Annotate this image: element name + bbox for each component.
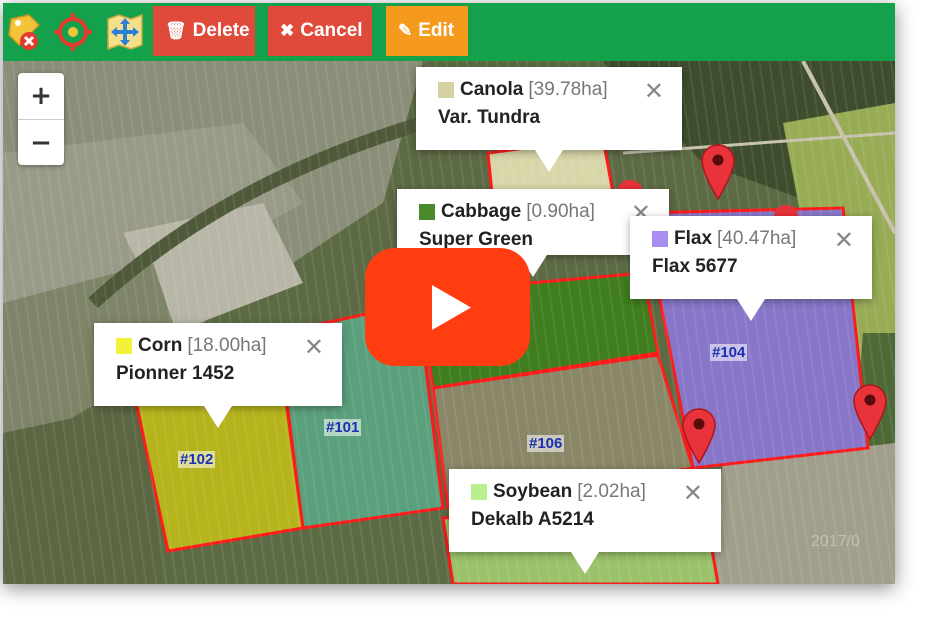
app-frame: 🗑 Delete ✖ Cancel ✎ Edit + − #102 #101 #… (3, 3, 895, 584)
crop-name: Flax (674, 228, 713, 249)
field-label-104: #104 (710, 344, 748, 361)
edit-label: Edit (418, 20, 455, 41)
map-pin-icon[interactable] (700, 143, 736, 201)
crop-swatch (652, 231, 668, 247)
crop-name: Soybean (493, 481, 573, 502)
delete-marker-tool-icon[interactable] (5, 11, 45, 53)
close-icon[interactable]: ✕ (683, 479, 703, 507)
crop-swatch (438, 82, 454, 98)
crop-variety: Flax 5677 (652, 256, 738, 277)
toolbar: 🗑 Delete ✖ Cancel ✎ Edit (3, 3, 895, 61)
delete-button[interactable]: 🗑 Delete (153, 6, 255, 56)
crop-area: [18.00ha] (187, 335, 267, 356)
crop-area: [40.47ha] (717, 228, 797, 249)
delete-label: Delete (192, 20, 250, 41)
popup-header: Soybean [2.02ha] (471, 481, 699, 503)
map-pin-icon[interactable] (681, 407, 717, 465)
map-pin-icon[interactable] (852, 383, 888, 441)
field-label-101: #101 (324, 419, 362, 436)
cancel-button[interactable]: ✖ Cancel (268, 6, 372, 56)
x-icon: ✖ (280, 21, 295, 40)
crop-name: Canola (460, 79, 524, 100)
close-icon[interactable]: ✕ (834, 226, 854, 254)
crop-area: [39.78ha] (528, 79, 608, 100)
field-popup-soybean: Soybean [2.02ha] ✕ Dekalb A5214 (449, 469, 721, 574)
field-label-102: #102 (178, 451, 216, 468)
crop-swatch (116, 338, 132, 354)
zoom-out-button[interactable]: − (18, 120, 64, 166)
field-popup-corn: Corn [18.00ha] ✕ Pionner 1452 (94, 323, 342, 428)
crop-name: Corn (138, 335, 183, 356)
trash-icon: 🗑 (165, 21, 187, 40)
crop-name: Cabbage (441, 201, 522, 222)
crop-swatch (471, 484, 487, 500)
crop-area: [0.90ha] (526, 201, 595, 222)
crosshair-locate-icon[interactable] (53, 11, 93, 53)
crop-swatch (419, 204, 435, 220)
edit-button[interactable]: ✎ Edit (386, 6, 468, 56)
popup-header: Corn [18.00ha] (116, 335, 320, 357)
crop-variety: Pionner 1452 (116, 363, 235, 384)
field-popup-flax: Flax [40.47ha] ✕ Flax 5677 (630, 216, 872, 321)
video-play-button[interactable] (365, 248, 530, 366)
popup-header: Cabbage [0.90ha] (419, 201, 647, 223)
zoom-control: + − (18, 73, 64, 165)
imagery-watermark: 2017/0 (811, 533, 860, 550)
popup-header: Flax [40.47ha] (652, 228, 850, 250)
zoom-in-button[interactable]: + (18, 73, 64, 120)
edit-icon: ✎ (398, 21, 413, 40)
close-icon[interactable]: ✕ (644, 77, 664, 105)
map-move-icon[interactable] (105, 11, 145, 53)
crop-variety: Var. Tundra (438, 107, 541, 128)
crop-variety: Dekalb A5214 (471, 509, 594, 530)
field-popup-cabbage: Cabbage [0.90ha] ✕ Super Green (397, 189, 669, 277)
cancel-label: Cancel (300, 20, 363, 41)
crop-area: [2.02ha] (577, 481, 646, 502)
field-popup-canola: Canola [39.78ha] ✕ Var. Tundra (416, 67, 682, 172)
close-icon[interactable]: ✕ (304, 333, 324, 361)
field-label-106: #106 (527, 435, 565, 452)
popup-header: Canola [39.78ha] (438, 79, 660, 101)
